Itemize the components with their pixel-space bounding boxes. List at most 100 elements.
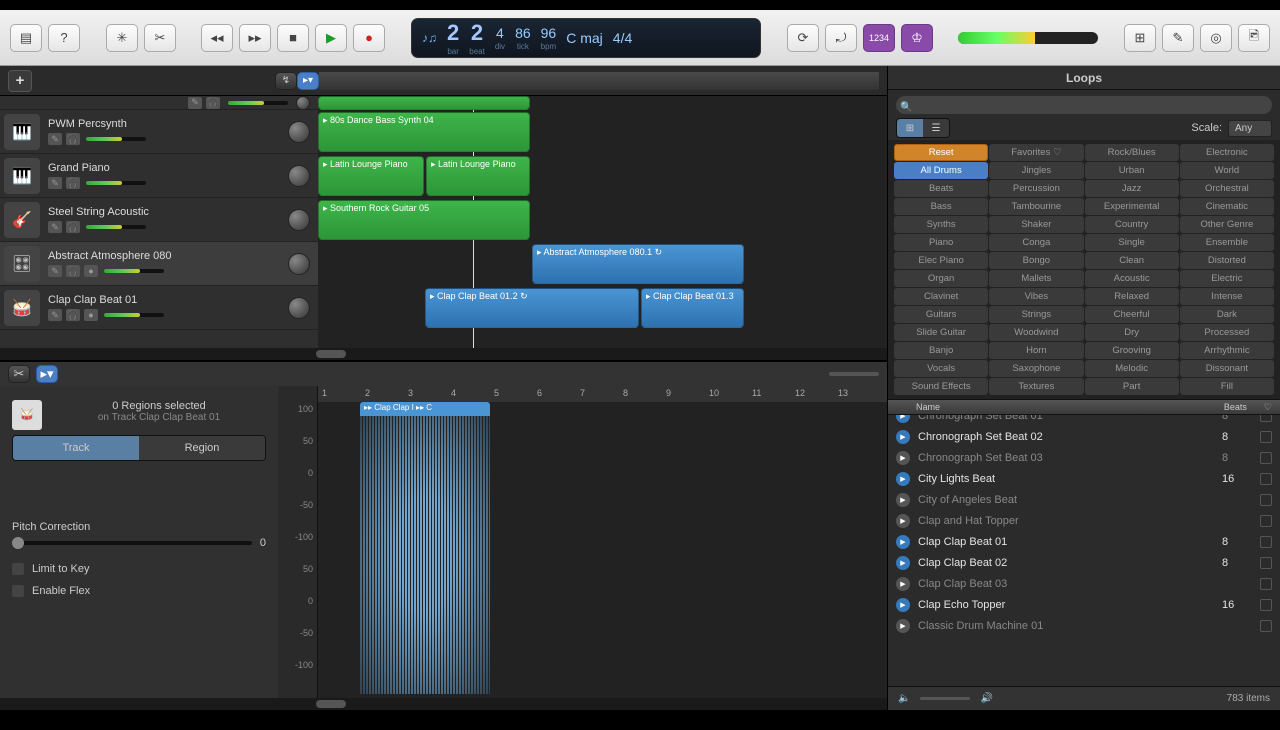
pan-knob[interactable] [296, 96, 310, 110]
loop-search-input[interactable] [896, 96, 1272, 114]
editor-x-ruler[interactable]: 12345678910111213 [318, 386, 887, 402]
fav-checkbox[interactable] [1260, 415, 1272, 422]
automation-button[interactable]: ↯ [275, 72, 297, 90]
loop-category[interactable]: Organ [894, 270, 988, 287]
fav-checkbox[interactable] [1260, 452, 1272, 464]
region[interactable]: ▸ Abstract Atmosphere 080.1 ↻ [532, 244, 744, 284]
flex-icon[interactable]: ▸▾ [36, 365, 58, 383]
loop-item[interactable]: ▶City of Angeles Beat [888, 489, 1280, 510]
loop-category[interactable]: Sound Effects [894, 378, 988, 395]
fav-checkbox[interactable] [1260, 473, 1272, 485]
track-row[interactable]: 🎹PWM Percsynth✎🎧 [0, 110, 318, 154]
loop-category[interactable]: Shaker [989, 216, 1083, 233]
loop-category[interactable]: Orchestral [1180, 180, 1274, 197]
track-row[interactable]: 🎛Abstract Atmosphere 080✎🎧● [0, 242, 318, 286]
metronome-button[interactable]: ✳ [106, 24, 138, 52]
editor-h-scrollbar[interactable] [316, 700, 346, 708]
region[interactable]: ▸ 80s Dance Bass Synth 04 [318, 112, 530, 152]
tab-track[interactable]: Track [13, 436, 139, 460]
fav-checkbox[interactable] [1260, 494, 1272, 506]
fav-checkbox[interactable] [1260, 431, 1272, 443]
region[interactable]: ▸ Latin Lounge Piano [318, 156, 424, 196]
loop-category[interactable]: Processed [1180, 324, 1274, 341]
loop-category[interactable]: Woodwind [989, 324, 1083, 341]
solo-button[interactable]: 🎧 [66, 309, 80, 321]
rewind-button[interactable]: ◂◂ [201, 24, 233, 52]
media-button[interactable]: 🖻 [1238, 24, 1270, 52]
limit-to-key-checkbox[interactable] [12, 563, 24, 575]
play-icon[interactable]: ▶ [896, 556, 910, 570]
arrange-area[interactable]: 12345▸ 80s Dance Bass Synth 04▸ Latin Lo… [318, 96, 887, 348]
loop-category[interactable]: Intense [1180, 288, 1274, 305]
editor-button[interactable]: ⊞ [1124, 24, 1156, 52]
loop-item[interactable]: ▶Clap Clap Beat 03 [888, 573, 1280, 594]
volume-slider[interactable] [104, 269, 164, 273]
fav-checkbox[interactable] [1260, 536, 1272, 548]
loop-item[interactable]: ▶Chronograph Set Beat 028 [888, 426, 1280, 447]
loop-item[interactable]: ▶Clap Clap Beat 028 [888, 552, 1280, 573]
loop-category[interactable]: Ensemble [1180, 234, 1274, 251]
h-scrollbar[interactable] [316, 350, 346, 358]
loop-category[interactable]: Beats [894, 180, 988, 197]
play-icon[interactable]: ▶ [896, 451, 910, 465]
solo-button[interactable]: 🎧 [66, 221, 80, 233]
loop-item[interactable]: ▶Chronograph Set Beat 018 [888, 415, 1280, 426]
play-icon[interactable]: ▶ [896, 514, 910, 528]
loop-category[interactable]: Horn [989, 342, 1083, 359]
play-icon[interactable]: ▶ [896, 472, 910, 486]
loop-category[interactable]: Part [1085, 378, 1179, 395]
volume-slider[interactable] [86, 137, 146, 141]
mute-button[interactable]: ✎ [48, 309, 62, 321]
loop-category[interactable]: Tambourine [989, 198, 1083, 215]
play-icon[interactable]: ▶ [896, 535, 910, 549]
zoom-slider[interactable] [829, 372, 879, 376]
track-row[interactable]: 🎹Grand Piano✎🎧 [0, 154, 318, 198]
loop-category[interactable]: Other Genre [1180, 216, 1274, 233]
record-button[interactable]: ● [353, 24, 385, 52]
tuner-button[interactable]: ✂ [144, 24, 176, 52]
scissors-icon[interactable]: ✂ [8, 365, 30, 383]
loop-item[interactable]: ▶Classic Drum Machine 01 [888, 615, 1280, 636]
master-button[interactable]: ♔ [901, 24, 933, 52]
pan-knob[interactable] [288, 297, 310, 319]
loop-item[interactable]: ▶Clap Echo Topper16 [888, 594, 1280, 615]
loop-category[interactable]: Grooving [1085, 342, 1179, 359]
loop-category[interactable]: Saxophone [989, 360, 1083, 377]
cycle-button[interactable]: ⟳ [787, 24, 819, 52]
loop-category[interactable]: Urban [1085, 162, 1179, 179]
region[interactable] [318, 96, 530, 110]
loop-category[interactable]: Elec Piano [894, 252, 988, 269]
volume-down-icon[interactable]: 🔈 [898, 693, 910, 704]
loop-category[interactable]: Arrhythmic [1180, 342, 1274, 359]
loop-category[interactable]: Favorites ♡ [989, 144, 1083, 161]
loop-category[interactable]: Relaxed [1085, 288, 1179, 305]
pitch-correction-slider[interactable] [12, 541, 252, 545]
volume-up-icon[interactable]: 🔊 [980, 693, 992, 704]
loop-category[interactable]: Guitars [894, 306, 988, 323]
loop-category[interactable]: Jazz [1085, 180, 1179, 197]
track-row[interactable]: ✎🎧 [0, 96, 318, 110]
loop-category[interactable]: Electronic [1180, 144, 1274, 161]
rec-enable-button[interactable]: ● [84, 265, 98, 277]
loop-category[interactable]: Percussion [989, 180, 1083, 197]
track-row[interactable]: 🥁Clap Clap Beat 01✎🎧● [0, 286, 318, 330]
pan-knob[interactable] [288, 253, 310, 275]
loop-category[interactable]: Experimental [1085, 198, 1179, 215]
mute-button[interactable]: ✎ [48, 133, 62, 145]
loop-category[interactable]: Mallets [989, 270, 1083, 287]
loop-category[interactable]: Dark [1180, 306, 1274, 323]
loop-item[interactable]: ▶Chronograph Set Beat 038 [888, 447, 1280, 468]
play-icon[interactable]: ▶ [896, 430, 910, 444]
scale-select[interactable]: Any [1228, 120, 1272, 137]
loop-category[interactable]: Reset [894, 144, 988, 161]
editor-region-header[interactable]: ▸▸ Clap Clap I ▸▸ C [360, 402, 490, 416]
loop-category[interactable]: Synths [894, 216, 988, 233]
forward-button[interactable]: ▸▸ [239, 24, 271, 52]
loop-category[interactable]: Distorted [1180, 252, 1274, 269]
notepad-button[interactable]: ✎ [1162, 24, 1194, 52]
loop-category[interactable]: Jingles [989, 162, 1083, 179]
loop-category[interactable]: Textures [989, 378, 1083, 395]
loop-category[interactable]: Piano [894, 234, 988, 251]
preview-volume-slider[interactable] [920, 697, 970, 700]
view-column-button[interactable]: ☰ [923, 119, 949, 137]
